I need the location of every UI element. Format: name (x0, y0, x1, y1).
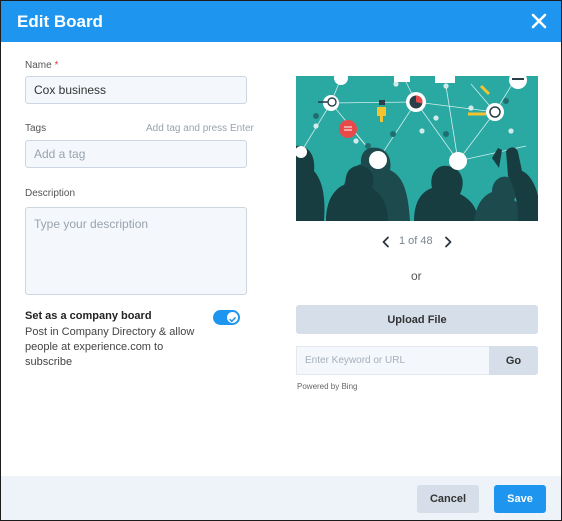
tags-input[interactable]: Add a tag (25, 140, 247, 168)
board-cover-image (296, 76, 538, 221)
powered-by-bing: Powered by Bing (297, 382, 358, 391)
description-placeholder: Type your description (34, 217, 149, 231)
description-label: Description (25, 188, 76, 199)
dialog-header: Edit Board (1, 1, 561, 42)
name-label: Name * (25, 60, 58, 71)
name-field[interactable]: Cox business (25, 76, 247, 104)
dialog-title: Edit Board (17, 12, 103, 31)
chevron-left-icon[interactable] (381, 236, 391, 248)
image-page-count: 1 of 48 (399, 235, 433, 247)
required-mark: * (54, 60, 59, 71)
go-label: Go (505, 354, 522, 367)
go-button[interactable]: Go (489, 346, 538, 375)
or-separator: or (411, 269, 422, 283)
tags-placeholder: Add a tag (34, 147, 86, 161)
name-field-value: Cox business (34, 83, 107, 97)
cancel-label: Cancel (429, 493, 467, 505)
edit-board-dialog: Edit Board Name * Cox business Tags Add … (0, 0, 562, 521)
description-textarea[interactable]: Type your description (25, 207, 247, 295)
name-label-text: Name (25, 60, 52, 71)
company-board-description: Post in Company Directory & allow people… (25, 326, 195, 368)
cancel-button[interactable]: Cancel (417, 485, 479, 513)
close-icon[interactable] (529, 11, 549, 31)
save-button[interactable]: Save (494, 485, 546, 513)
company-board-toggle[interactable] (213, 310, 240, 325)
tags-hint: Add tag and press Enter (146, 123, 254, 134)
image-search-placeholder: Enter Keyword or URL (305, 355, 406, 366)
image-search-input[interactable]: Enter Keyword or URL (296, 346, 489, 375)
dialog-footer: Cancel Save (1, 476, 561, 520)
save-label: Save (507, 493, 533, 505)
toggle-knob (227, 312, 238, 323)
company-board-title: Set as a company board (25, 310, 152, 322)
cover-illustration (296, 76, 538, 221)
upload-file-label: Upload File (387, 313, 447, 326)
upload-file-button[interactable]: Upload File (296, 305, 538, 334)
image-pager: 1 of 48 (381, 234, 456, 250)
checkmark-icon (229, 317, 236, 323)
chevron-right-icon[interactable] (443, 236, 453, 248)
tags-label: Tags (25, 123, 47, 134)
